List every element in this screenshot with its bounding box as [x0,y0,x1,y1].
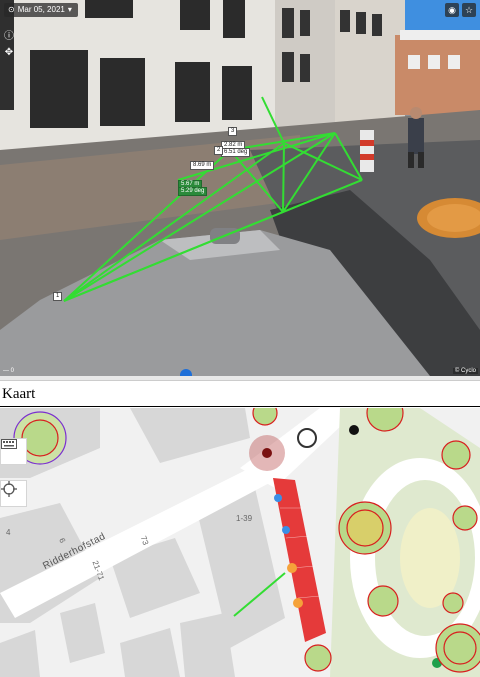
measure-label: 5.29 deg [178,187,208,196]
capture-date-label: Mar 05, 2021 [17,5,65,14]
info-icon[interactable]: ⓘ [3,31,15,43]
move-icon[interactable]: ✥ [3,47,15,59]
keyboard-icon[interactable] [0,438,27,465]
calendar-icon: ⊙ [8,5,15,14]
resize-handle[interactable] [180,369,192,376]
scale-indicator: — 0 [3,368,15,374]
panorama-viewer[interactable]: ⊙ Mar 05, 2021 ▾ ⓘ ✥ ◉ ☆ 2.82 m 6.51 deg… [0,0,480,376]
street-scene[interactable] [0,0,480,376]
copyright-label: © Cyclo [452,368,478,374]
measure-point-marker[interactable]: 2 [214,146,224,155]
measure-point-marker[interactable]: 1 [53,292,63,301]
eye-icon[interactable]: ◉ [445,3,459,17]
house-number-label: 4 [6,528,11,537]
measure-label: 8.69 m [190,161,215,170]
map-view[interactable]: Ridderhofstad 1-39 73 21-71 6 4 [0,408,480,677]
map-panel-title: Kaart [0,381,480,407]
measure-point-marker[interactable]: 3 [228,127,238,136]
chevron-down-icon: ▾ [67,5,72,14]
house-number-label: 1-39 [236,514,253,523]
map-canvas[interactable] [0,408,480,677]
capture-date-selector[interactable]: ⊙ Mar 05, 2021 ▾ [4,3,78,17]
measure-label: 6.51 deg [221,148,251,157]
star-icon[interactable]: ☆ [462,3,476,17]
locate-icon[interactable] [0,480,27,507]
